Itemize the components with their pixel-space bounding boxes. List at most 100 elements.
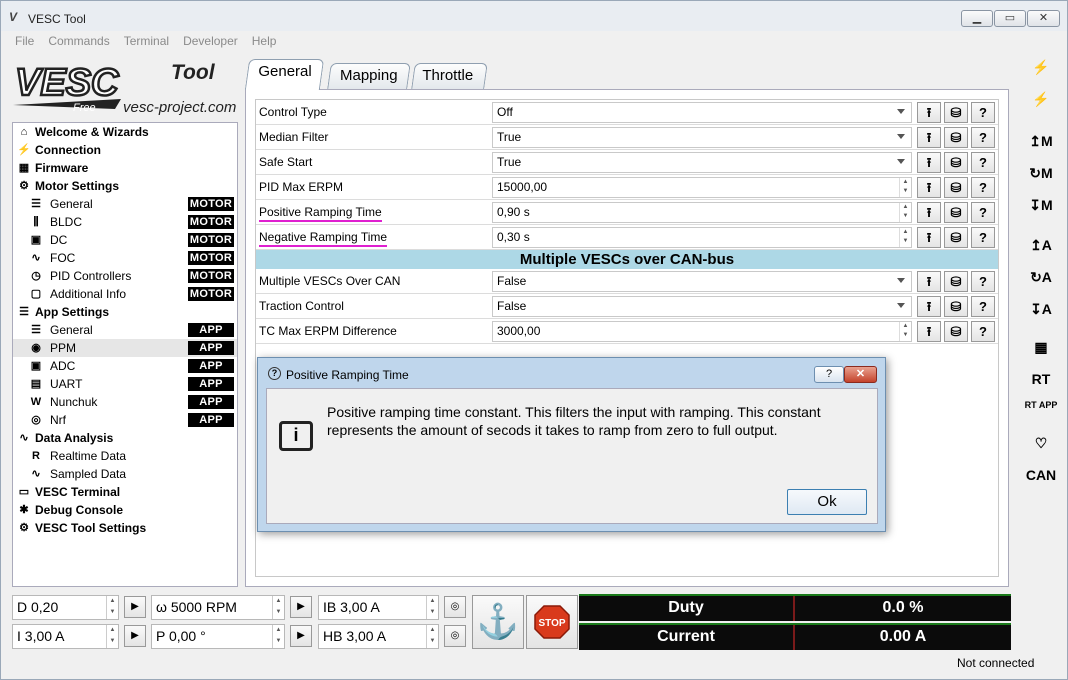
nav-item-data-analysis[interactable]: ∿ Data Analysis <box>13 429 237 447</box>
nav-item-nrf[interactable]: ◎ Nrf APP <box>13 411 237 429</box>
upload-button[interactable]: ⭱ <box>917 321 941 342</box>
nav-item-bldc[interactable]: ⫼ BLDC MOTOR <box>13 213 237 231</box>
minimize-button[interactable]: ▁ <box>961 10 993 27</box>
nav-item-dc[interactable]: ▣ DC MOTOR <box>13 231 237 249</box>
position-play-button[interactable]: ▶ <box>290 625 312 647</box>
nav-item-welcome-wizards[interactable]: ⌂ Welcome & Wizards <box>13 123 237 141</box>
connect-icon[interactable]: ⚡ <box>1021 53 1061 81</box>
nav-item-general[interactable]: ☰ General APP <box>13 321 237 339</box>
help-button[interactable]: ? <box>971 202 995 223</box>
rpm-spinner[interactable]: ▲ ▼ <box>272 596 284 619</box>
handbrake-spinner[interactable]: ▲ ▼ <box>426 625 438 648</box>
param-combobox[interactable]: True <box>492 127 912 148</box>
read-default-app-config-icon[interactable]: ↻A <box>1021 263 1061 291</box>
read-motor-config-icon[interactable]: ↥M <box>1021 127 1061 155</box>
close-button[interactable]: ✕ <box>1027 10 1060 27</box>
duty-play-button[interactable]: ▶ <box>124 596 146 618</box>
reset-default-button[interactable]: ⛁ <box>944 202 968 223</box>
brake-current-spinner[interactable]: ▲ ▼ <box>426 596 438 619</box>
keepalive-icon[interactable]: ♡ <box>1021 429 1061 457</box>
reset-default-button[interactable]: ⛁ <box>944 177 968 198</box>
help-button[interactable]: ? <box>971 152 995 173</box>
current-play-button[interactable]: ▶ <box>124 625 146 647</box>
reset-default-button[interactable]: ⛁ <box>944 102 968 123</box>
nav-item-pid-controllers[interactable]: ◷ PID Controllers MOTOR <box>13 267 237 285</box>
param-combobox[interactable]: Off <box>492 102 912 123</box>
reset-default-button[interactable]: ⛁ <box>944 227 968 248</box>
reset-default-button[interactable]: ⛁ <box>944 152 968 173</box>
position-spinner[interactable]: ▲ ▼ <box>272 625 284 648</box>
param-spinbox[interactable]: 15000,00 ▲ ▼ <box>492 177 912 198</box>
duty-input[interactable]: D 0,20 ▲ ▼ <box>12 595 119 620</box>
reset-default-button[interactable]: ⛁ <box>944 296 968 317</box>
nav-item-vesc-terminal[interactable]: ▭ VESC Terminal <box>13 483 237 501</box>
menu-commands[interactable]: Commands <box>41 31 116 51</box>
realtime-app-data-icon[interactable]: RT APP <box>1021 397 1061 425</box>
nav-item-firmware[interactable]: ▦ Firmware <box>13 159 237 177</box>
write-app-config-icon[interactable]: ↧A <box>1021 295 1061 323</box>
upload-button[interactable]: ⭱ <box>917 202 941 223</box>
upload-button[interactable]: ⭱ <box>917 127 941 148</box>
menu-terminal[interactable]: Terminal <box>117 31 176 51</box>
upload-button[interactable]: ⭱ <box>917 177 941 198</box>
nav-item-additional-info[interactable]: ▢ Additional Info MOTOR <box>13 285 237 303</box>
param-spinbox[interactable]: 3000,00 ▲ ▼ <box>492 321 912 342</box>
upload-button[interactable]: ⭱ <box>917 271 941 292</box>
current-input[interactable]: I 3,00 A ▲ ▼ <box>12 624 119 649</box>
help-button[interactable]: ? <box>971 271 995 292</box>
param-combobox[interactable]: False <box>492 271 912 292</box>
spinner-arrows-icon[interactable]: ▲ ▼ <box>899 203 911 222</box>
read-default-motor-config-icon[interactable]: ↻M <box>1021 159 1061 187</box>
spinner-arrows-icon[interactable]: ▲ ▼ <box>899 322 911 341</box>
nav-item-vesc-tool-settings[interactable]: ⚙ VESC Tool Settings <box>13 519 237 537</box>
brake-current-button[interactable]: ◎ <box>444 596 466 618</box>
upload-button[interactable]: ⭱ <box>917 102 941 123</box>
nav-item-app-settings[interactable]: ☰ App Settings <box>13 303 237 321</box>
reset-default-button[interactable]: ⛁ <box>944 271 968 292</box>
can-forward-icon[interactable]: CAN <box>1021 461 1061 489</box>
tab-mapping[interactable]: Mapping <box>327 63 411 89</box>
realtime-data-icon[interactable]: RT <box>1021 365 1061 393</box>
tab-throttle-curve[interactable]: Throttle Curve <box>411 63 488 108</box>
param-combobox[interactable]: False <box>492 296 912 317</box>
help-button[interactable]: ? <box>971 321 995 342</box>
nav-item-adc[interactable]: ▣ ADC APP <box>13 357 237 375</box>
upload-button[interactable]: ⭱ <box>917 152 941 173</box>
menu-help[interactable]: Help <box>245 31 284 51</box>
read-app-config-icon[interactable]: ↥A <box>1021 231 1061 259</box>
nav-item-nunchuk[interactable]: W Nunchuk APP <box>13 393 237 411</box>
nav-item-foc[interactable]: ∿ FOC MOTOR <box>13 249 237 267</box>
dialog-help-button[interactable]: ? <box>814 366 844 383</box>
param-combobox[interactable]: True <box>492 152 912 173</box>
handbrake-button[interactable]: ◎ <box>444 625 466 647</box>
write-motor-config-icon[interactable]: ↧M <box>1021 191 1061 219</box>
help-button[interactable]: ? <box>971 227 995 248</box>
menu-file[interactable]: File <box>1 31 41 51</box>
ok-button[interactable]: Ok <box>787 489 867 515</box>
rpm-play-button[interactable]: ▶ <box>290 596 312 618</box>
nav-item-connection[interactable]: ⚡ Connection <box>13 141 237 159</box>
current-spinner[interactable]: ▲ ▼ <box>106 625 118 648</box>
handbrake-input[interactable]: HB 3,00 A ▲ ▼ <box>318 624 439 649</box>
nav-item-uart[interactable]: ▤ UART APP <box>13 375 237 393</box>
anchor-button[interactable]: ⚓ <box>472 595 524 649</box>
nav-item-ppm[interactable]: ◉ PPM APP <box>13 339 237 357</box>
nav-item-general[interactable]: ☰ General MOTOR <box>13 195 237 213</box>
menu-developer[interactable]: Developer <box>176 31 245 51</box>
nav-item-motor-settings[interactable]: ⚙ Motor Settings <box>13 177 237 195</box>
maximize-button[interactable]: ▭ <box>994 10 1026 27</box>
upload-button[interactable]: ⭱ <box>917 227 941 248</box>
help-button[interactable]: ? <box>971 127 995 148</box>
reset-default-button[interactable]: ⛁ <box>944 127 968 148</box>
nav-item-realtime-data[interactable]: R Realtime Data <box>13 447 237 465</box>
rpm-input[interactable]: ω 5000 RPM ▲ ▼ <box>151 595 285 620</box>
disconnect-icon[interactable]: ⚡ <box>1021 85 1061 113</box>
dialog-close-button[interactable]: ✕ <box>844 366 877 383</box>
nav-item-sampled-data[interactable]: ∿ Sampled Data <box>13 465 237 483</box>
brake-current-input[interactable]: IB 3,00 A ▲ ▼ <box>318 595 439 620</box>
can-devices-icon[interactable]: ▦ <box>1021 333 1061 361</box>
duty-spinner[interactable]: ▲ ▼ <box>106 596 118 619</box>
spinner-arrows-icon[interactable]: ▲ ▼ <box>899 178 911 197</box>
help-button[interactable]: ? <box>971 102 995 123</box>
param-spinbox[interactable]: 0,90 s ▲ ▼ <box>492 202 912 223</box>
